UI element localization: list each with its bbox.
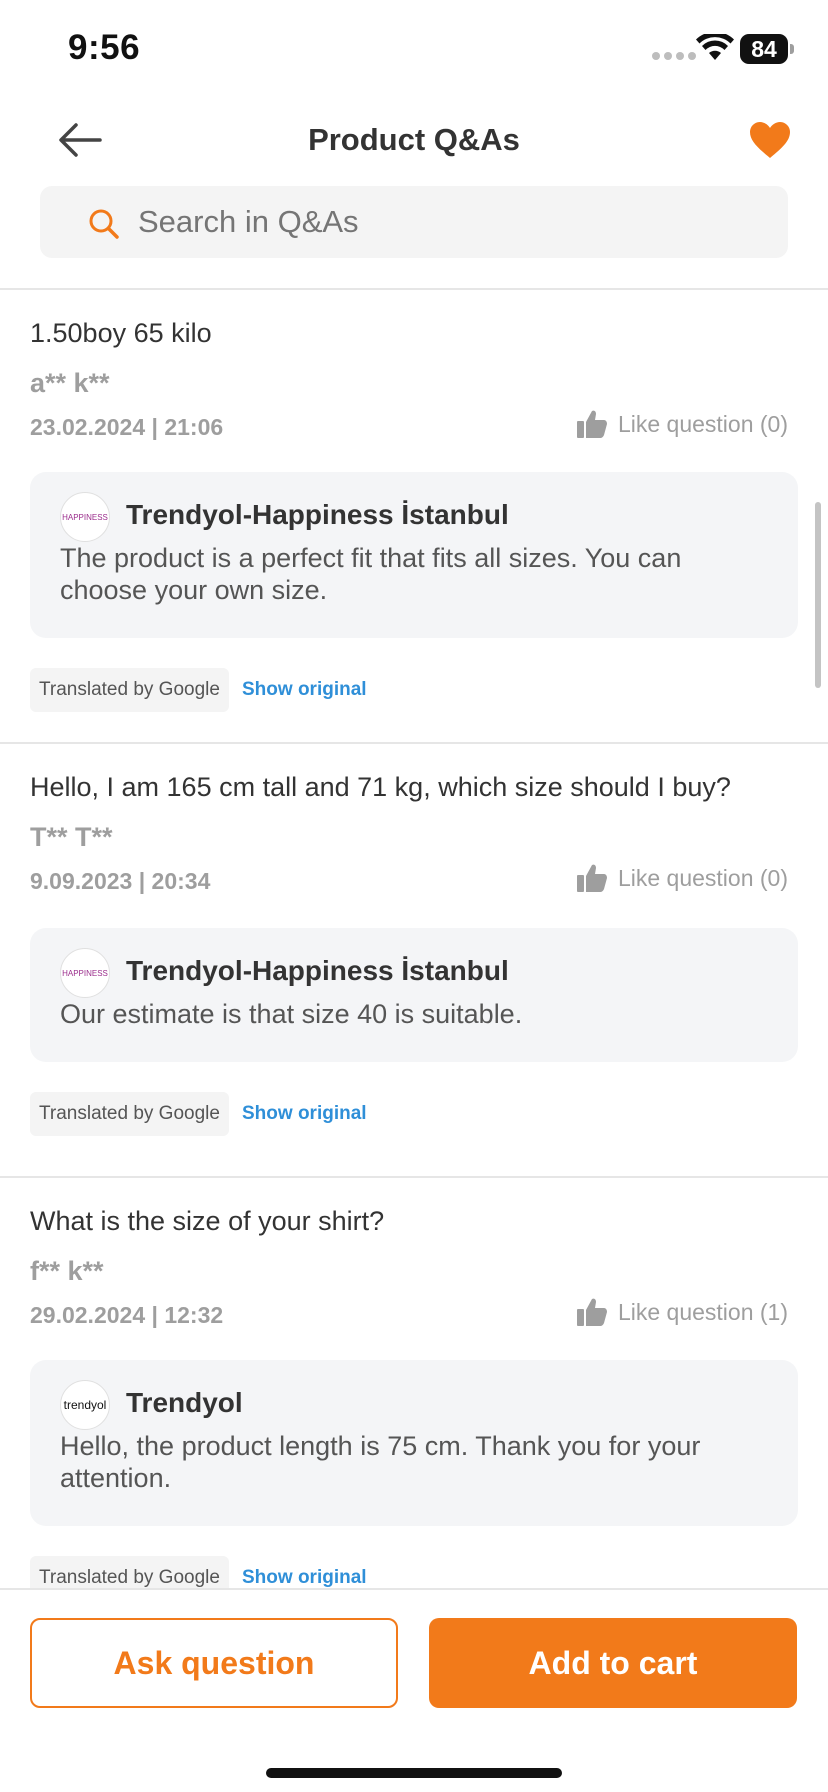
- seller-logo: trendyol: [60, 1380, 110, 1430]
- seller-logo-text: trendyol: [64, 1398, 107, 1412]
- question-text: 1.50boy 65 kilo: [30, 318, 212, 348]
- status-time: 9:56: [68, 28, 141, 67]
- seller-name: Trendyol-Happiness İstanbul: [126, 955, 509, 986]
- show-original-link[interactable]: Show original: [242, 1092, 367, 1136]
- answer-box: HAPPINESS Trendyol-Happiness İstanbul Th…: [30, 472, 798, 638]
- translated-badge: Translated by Google: [30, 1092, 229, 1136]
- ask-question-button[interactable]: Ask question: [30, 1618, 398, 1708]
- seller-logo-text: HAPPINESS: [62, 969, 108, 978]
- wifi-icon: [696, 34, 734, 60]
- seller-name: Trendyol: [126, 1387, 243, 1418]
- like-question-button[interactable]: Like question (0): [576, 863, 788, 893]
- seller-name: Trendyol-Happiness İstanbul: [126, 499, 509, 530]
- qa-list[interactable]: 1.50boy 65 kilo a** k** 23.02.2024 | 21:…: [0, 290, 828, 1588]
- seller-logo: HAPPINESS: [60, 492, 110, 542]
- qa-item: What is the size of your shirt? f** k** …: [0, 1178, 828, 1588]
- heart-icon[interactable]: [748, 120, 792, 160]
- search-icon: [89, 209, 119, 239]
- qa-item: Hello, I am 165 cm tall and 71 kg, which…: [0, 744, 828, 1176]
- search-box[interactable]: [40, 186, 788, 258]
- thumbs-up-icon: [576, 410, 607, 438]
- answer-box: trendyol Trendyol Hello, the product len…: [30, 1360, 798, 1526]
- answer-text: The product is a perfect fit that fits a…: [60, 543, 682, 605]
- answer-box: HAPPINESS Trendyol-Happiness İstanbul Ou…: [30, 928, 798, 1062]
- show-original-link[interactable]: Show original: [242, 668, 367, 712]
- status-bar: 9:56 84: [0, 0, 828, 100]
- scrollbar[interactable]: [815, 502, 821, 688]
- like-question-button[interactable]: Like question (1): [576, 1297, 788, 1327]
- like-question-label: Like question (0): [617, 864, 788, 891]
- cellular-signal-icon: [652, 52, 696, 60]
- question-date: 29.02.2024 | 12:32: [30, 1302, 224, 1328]
- seller-logo: HAPPINESS: [60, 948, 110, 998]
- header: Product Q&As: [0, 100, 828, 180]
- thumbs-up-icon: [576, 864, 607, 892]
- battery-nub: [790, 44, 794, 54]
- like-question-label: Like question (1): [617, 1298, 788, 1325]
- like-question-label: Like question (0): [617, 410, 788, 437]
- battery-icon: 84: [740, 34, 788, 64]
- answer-text: Hello, the product length is 75 cm. Than…: [60, 1431, 701, 1493]
- question-text: Hello, I am 165 cm tall and 71 kg, which…: [30, 772, 731, 802]
- show-original-link[interactable]: Show original: [242, 1556, 367, 1588]
- question-text: What is the size of your shirt?: [30, 1206, 385, 1236]
- home-indicator: [266, 1768, 562, 1778]
- thumbs-up-icon: [576, 1298, 607, 1326]
- question-date: 9.09.2023 | 20:34: [30, 868, 211, 894]
- asker-name: a** k**: [30, 368, 110, 398]
- qa-item: 1.50boy 65 kilo a** k** 23.02.2024 | 21:…: [0, 290, 828, 742]
- asker-name: T** T**: [30, 822, 113, 852]
- asker-name: f** k**: [30, 1256, 104, 1286]
- search-input[interactable]: [138, 186, 758, 258]
- page-title: Product Q&As: [308, 122, 520, 157]
- translated-badge: Translated by Google: [30, 1556, 229, 1588]
- translated-badge: Translated by Google: [30, 668, 229, 712]
- bottom-bar: Ask question Add to cart: [0, 1588, 828, 1792]
- answer-text: Our estimate is that size 40 is suitable…: [60, 999, 523, 1029]
- add-to-cart-button[interactable]: Add to cart: [429, 1618, 797, 1708]
- like-question-button[interactable]: Like question (0): [576, 409, 788, 439]
- seller-logo-text: HAPPINESS: [62, 513, 108, 522]
- question-date: 23.02.2024 | 21:06: [30, 414, 224, 440]
